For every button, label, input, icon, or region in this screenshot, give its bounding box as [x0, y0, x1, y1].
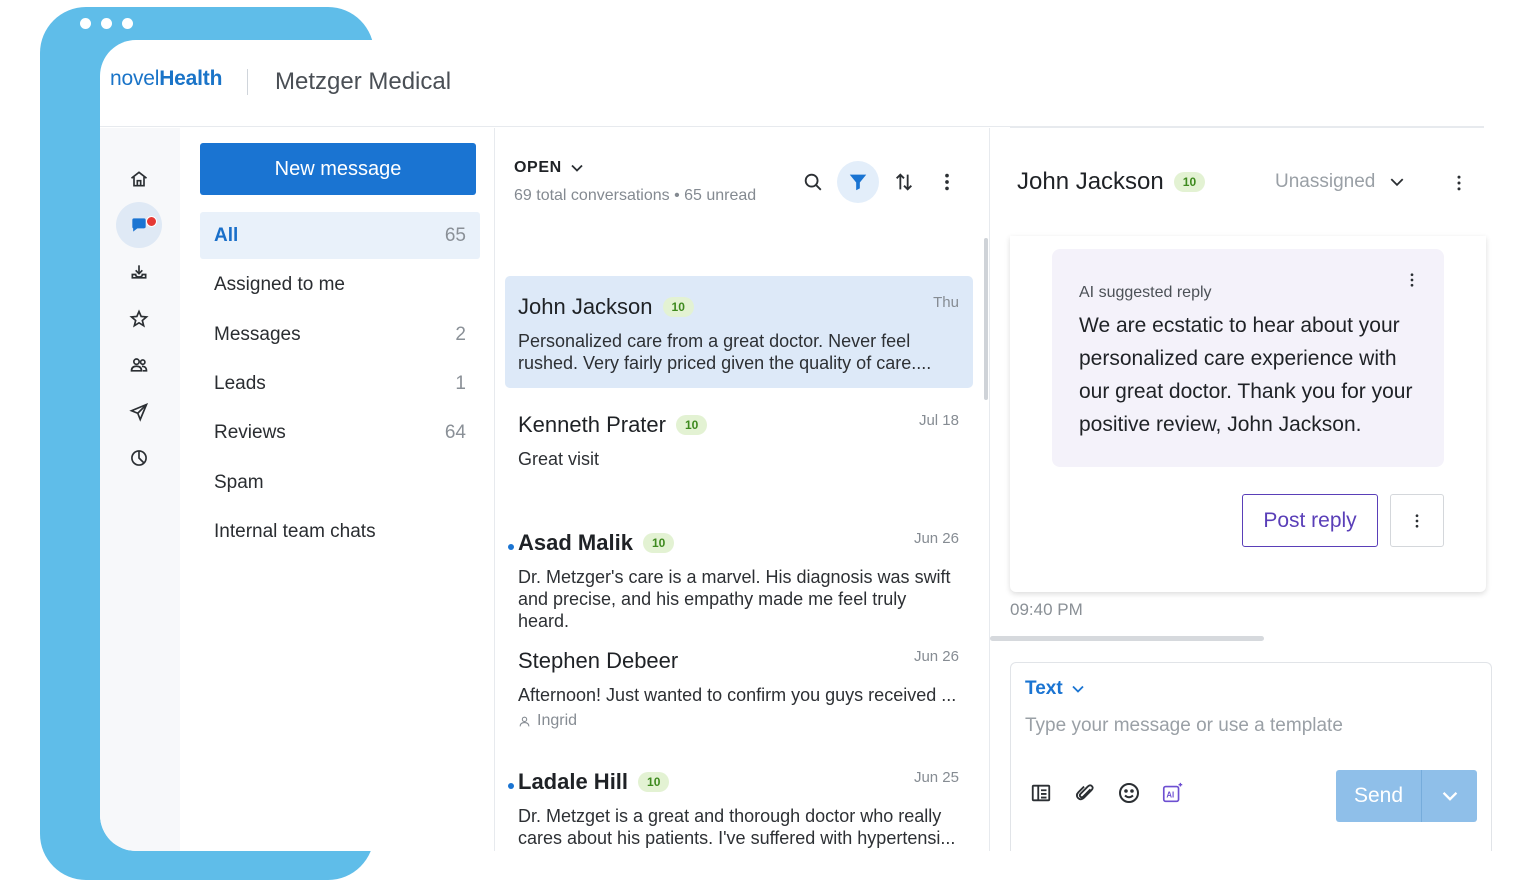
conversation-date: Jun 26: [913, 530, 959, 547]
unread-indicator: [508, 544, 514, 550]
sort-icon[interactable]: [883, 161, 925, 203]
post-reply-button[interactable]: Post reply: [1242, 494, 1378, 547]
conversation-list: OPEN 69 total conversations • 65 unread …: [495, 128, 990, 851]
chevron-down-icon: [1072, 685, 1084, 693]
ai-suggested-reply: AI suggested reply We are ecstatic to he…: [1052, 249, 1444, 467]
conversation-item[interactable]: Stephen Debeer Jun 26 Afternoon! Just wa…: [505, 630, 973, 742]
message-input[interactable]: [1025, 715, 1465, 737]
new-message-button[interactable]: New message: [200, 143, 476, 195]
contact-name: Kenneth Prater: [518, 412, 666, 437]
more-options-icon[interactable]: [1402, 269, 1422, 291]
conversation-preview: Great visit: [518, 449, 600, 469]
conversation-item[interactable]: Ladale Hill 10 Jun 25 Dr. Metzget is a gr…: [505, 751, 973, 851]
folder-internal-team-chats[interactable]: Internal team chats: [200, 508, 480, 555]
ai-reply-text: We are ecstatic to hear about your perso…: [1079, 314, 1413, 436]
conversation-preview: Dr. Metzget is a great and thorough doct…: [518, 806, 956, 848]
status-filter-dropdown[interactable]: OPEN: [514, 159, 584, 177]
conversation-item[interactable]: Asad Malik 10 Jun 26 Dr. Metzger's care i…: [505, 512, 973, 631]
top-bar: novelHealth Metzger Medical: [100, 40, 1484, 127]
score-badge: 10: [1173, 172, 1206, 192]
conversation-item[interactable]: John Jackson 10 Thu Personalized care fro…: [505, 276, 973, 388]
star-icon[interactable]: [116, 296, 162, 342]
contact-name: Stephen Debeer: [518, 648, 679, 673]
score-badge: 10: [662, 297, 694, 317]
org-name: Metzger Medical: [275, 68, 452, 95]
folder-spam[interactable]: Spam: [200, 459, 480, 506]
logo-divider: [247, 69, 248, 95]
message-card: AI suggested reply We are ecstatic to he…: [1010, 236, 1486, 592]
score-badge: 10: [642, 533, 675, 553]
chevron-down-icon: [571, 164, 583, 172]
filter-icon[interactable]: [837, 161, 879, 203]
chevron-down-icon: [1442, 791, 1457, 801]
conversation-preview: Dr. Metzger's care is a marvel. His diag…: [518, 567, 951, 631]
template-icon[interactable]: [1029, 781, 1053, 805]
message-type-dropdown[interactable]: Text: [1025, 678, 1085, 700]
folder-count: 1: [455, 372, 466, 394]
conversation-date: Thu: [933, 294, 959, 311]
conversation-preview: Personalized care from a great doctor. N…: [518, 331, 932, 373]
contact-name: Asad Malik: [518, 530, 633, 555]
unread-indicator: [508, 783, 514, 789]
message-time: 09:40 PM: [1010, 600, 1083, 619]
send-button-group: Send: [1336, 770, 1477, 822]
folder-assigned-to-me[interactable]: Assigned to me: [200, 261, 480, 308]
conversation-detail: John Jackson 10 Unassigned AI suggested …: [990, 127, 1492, 851]
analytics-icon[interactable]: [116, 435, 162, 481]
chat-icon[interactable]: [116, 202, 162, 248]
conversation-summary: 69 total conversations • 65 unread: [514, 187, 757, 204]
conversation-date: Jun 25: [913, 769, 959, 786]
emoji-icon[interactable]: [1117, 781, 1141, 805]
folder-panel: New message All 65 Assigned to me Messag…: [180, 128, 495, 851]
reply-more-button[interactable]: [1390, 494, 1444, 547]
folder-leads[interactable]: Leads 1: [200, 360, 480, 407]
home-icon[interactable]: [116, 156, 162, 202]
folder-reviews[interactable]: Reviews 64: [200, 409, 480, 456]
app-window: novelHealth Metzger Medical New message: [100, 40, 1531, 851]
folder-messages[interactable]: Messages 2: [200, 311, 480, 358]
search-icon[interactable]: [792, 161, 834, 203]
more-options-icon: [1415, 513, 1419, 528]
send-button[interactable]: Send: [1336, 770, 1421, 822]
detail-contact-name: John Jackson: [1017, 168, 1164, 195]
conversation-date: Jul 18: [918, 412, 959, 429]
brand-logo[interactable]: novelHealth: [110, 67, 222, 91]
send-options-dropdown[interactable]: [1422, 770, 1477, 822]
score-badge: 10: [675, 415, 708, 435]
horizontal-scrollbar[interactable]: [990, 636, 1264, 641]
chevron-down-icon: [1390, 178, 1404, 187]
person-icon: [519, 716, 530, 726]
inbox-tray-icon[interactable]: [116, 249, 162, 295]
conversation-item[interactable]: Kenneth Prater 10 Jul 18 Great visit: [505, 394, 973, 506]
conversation-date: Jun 26: [913, 648, 959, 665]
more-options-icon[interactable]: [1447, 170, 1471, 196]
notification-dot: [146, 216, 157, 227]
message-composer: Text AI Send: [1010, 662, 1492, 851]
folder-count: 2: [455, 323, 466, 345]
folder-all[interactable]: All 65: [200, 212, 480, 259]
assignee-dropdown[interactable]: Unassigned: [1275, 171, 1405, 193]
list-scrollbar[interactable]: [984, 238, 988, 400]
nav-rail: [100, 128, 180, 851]
attachment-icon[interactable]: [1073, 781, 1097, 805]
send-icon[interactable]: [116, 389, 162, 435]
ai-assist-icon[interactable]: AI: [1161, 781, 1185, 805]
conversation-assignee: Ingrid: [518, 712, 960, 730]
folder-count: 65: [444, 224, 466, 246]
contact-name: Ladale Hill: [518, 769, 629, 794]
more-options-icon[interactable]: [926, 161, 968, 203]
window-dots: [80, 18, 133, 29]
score-badge: 10: [638, 772, 670, 792]
folder-count: 64: [444, 421, 466, 443]
contact-name: John Jackson: [518, 294, 653, 319]
svg-text:AI: AI: [1166, 791, 1174, 800]
people-icon[interactable]: [116, 342, 162, 388]
conversation-preview: Afternoon! Just wanted to confirm you gu…: [518, 685, 957, 705]
ai-label: AI suggested reply: [1079, 284, 1212, 301]
